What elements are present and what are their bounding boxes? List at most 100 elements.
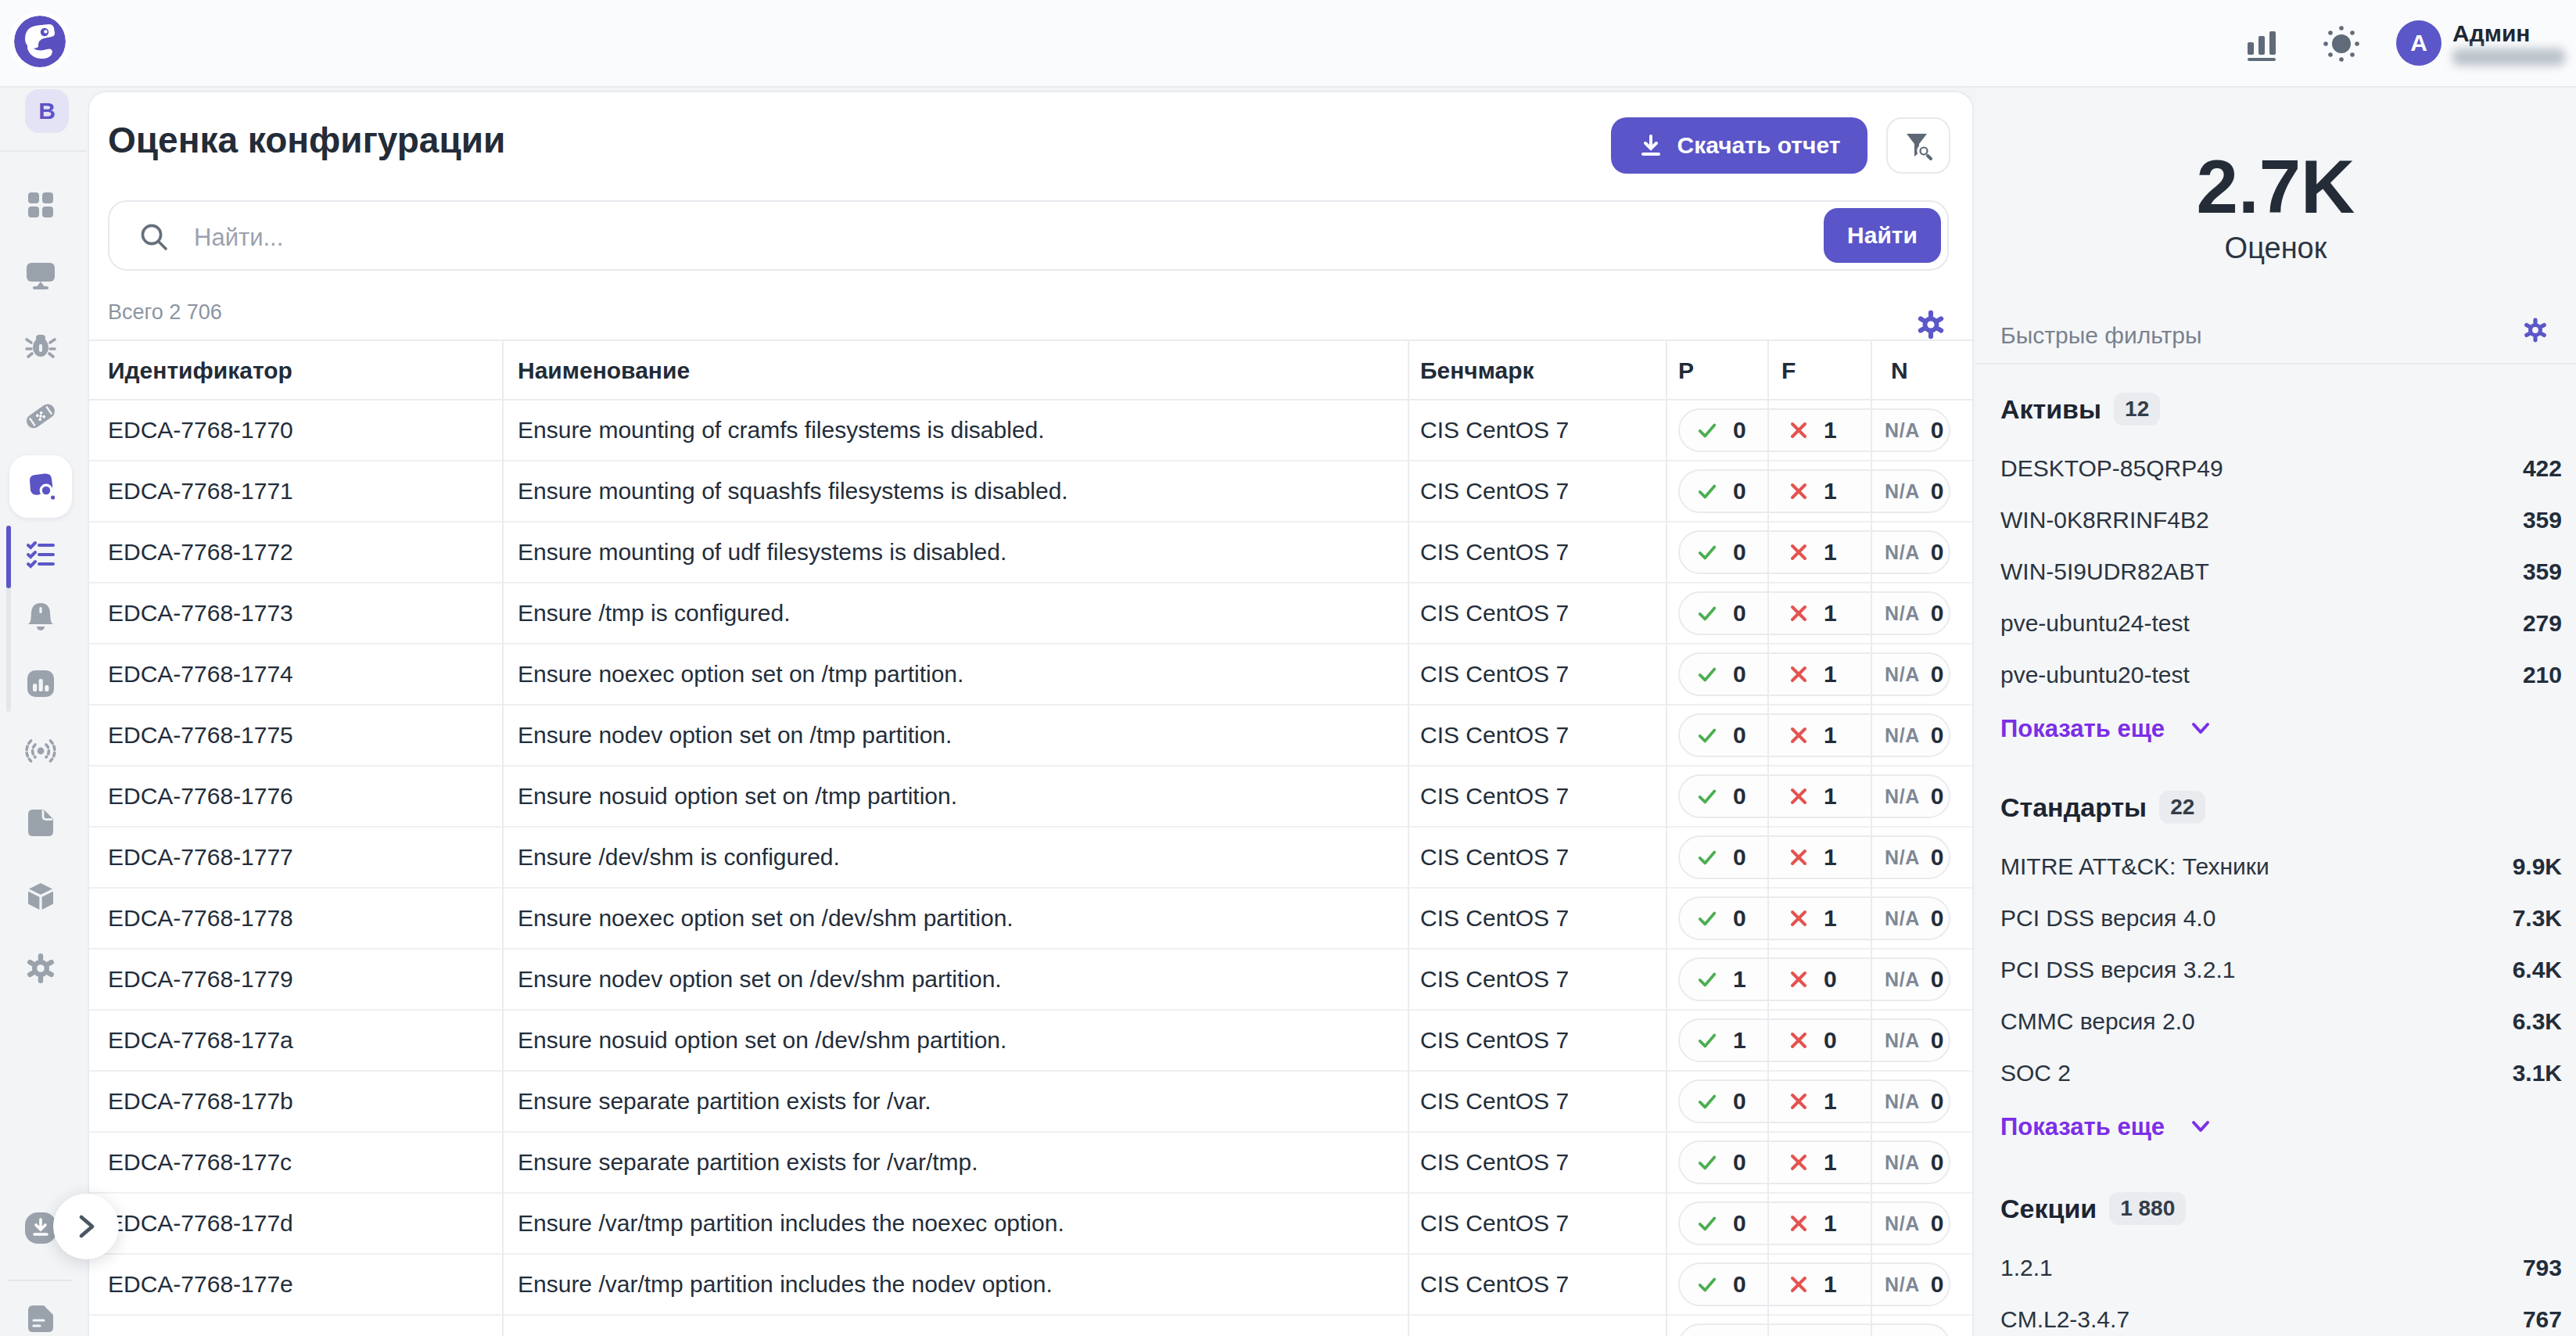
filter-item-count: 3.1K <box>2513 1060 2562 1086</box>
app-logo-icon[interactable] <box>14 16 66 67</box>
document-icon[interactable] <box>23 806 58 840</box>
table-row[interactable]: EDCA-7768-177dEnsure /var/tmp partition … <box>89 1194 1972 1255</box>
user-avatar[interactable]: A <box>2396 20 2441 66</box>
table-row[interactable]: EDCA-7768-177eEnsure /var/tmp partition … <box>89 1255 1972 1316</box>
filter-item[interactable]: pve-ubuntu20-test <box>2000 662 2190 688</box>
row-id: EDCA-7768-177c <box>108 1133 292 1192</box>
table-row[interactable]: EDCA-7768-177fEnsure /var/tmp partition … <box>89 1316 1972 1336</box>
fail-x-icon <box>1789 726 1808 745</box>
row-id: EDCA-7768-177f <box>108 1316 286 1336</box>
sidebar-expand-button[interactable] <box>53 1194 119 1259</box>
fail-count: 1 <box>1789 471 1837 512</box>
bell-icon[interactable] <box>23 599 58 634</box>
patch-icon[interactable] <box>23 399 58 433</box>
fail-count: 0 <box>1789 959 1837 1000</box>
theme-toggle-sun-icon[interactable] <box>2321 23 2362 64</box>
quick-filters-gear-icon[interactable] <box>2521 316 2549 344</box>
package-icon[interactable] <box>23 879 58 914</box>
settings-gear-icon[interactable] <box>23 951 58 986</box>
table-row[interactable]: EDCA-7768-1770Ensure mounting of cramfs … <box>89 400 1972 461</box>
sidebar-scrollbar[interactable] <box>6 526 11 712</box>
na-count: N/A0 <box>1885 898 1944 939</box>
pass-check-icon <box>1697 664 1717 684</box>
column-header-f[interactable]: F <box>1781 341 1796 400</box>
search-placeholder: Найти... <box>194 224 283 252</box>
filter-button[interactable] <box>1886 117 1950 174</box>
table-row[interactable]: EDCA-7768-1779Ensure nodev option set on… <box>89 950 1972 1011</box>
search-submit-button[interactable]: Найти <box>1824 208 1941 263</box>
filter-item[interactable]: pve-ubuntu24-test <box>2000 610 2190 637</box>
activity-chart-icon[interactable] <box>2243 25 2280 63</box>
table-row[interactable]: EDCA-7768-177c Ensure separate partition … <box>89 1133 1972 1194</box>
search-bar[interactable]: Найти... Найти <box>108 200 1949 271</box>
filter-item[interactable]: WIN-0K8RRINF4B2 <box>2000 507 2209 533</box>
filter-item[interactable]: CMMC версия 2.0 <box>2000 1008 2195 1035</box>
quick-filters-title: Быстрые фильтры <box>2000 322 2201 349</box>
table-row[interactable]: EDCA-7768-1771Ensure mounting of squashf… <box>89 461 1972 523</box>
pass-check-icon <box>1697 786 1717 806</box>
fail-x-icon <box>1789 543 1808 562</box>
filter-item[interactable]: SOC 2 <box>2000 1060 2071 1086</box>
chevron-down-icon <box>2191 1120 2210 1134</box>
download-report-button[interactable]: Скачать отчет <box>1611 117 1867 174</box>
table-row[interactable]: EDCA-7768-1776Ensure nosuid option set o… <box>89 767 1972 828</box>
result-pill: 01N/A0 <box>1678 774 1950 818</box>
table-body: EDCA-7768-1770Ensure mounting of cramfs … <box>89 400 1972 1336</box>
row-id: EDCA-7768-1771 <box>108 461 293 521</box>
show-more-link[interactable]: Показать еще <box>2000 1113 2210 1141</box>
row-benchmark: CIS CentOS 7 <box>1420 1133 1569 1192</box>
fail-count: 1 <box>1789 776 1837 817</box>
na-count: N/A0 <box>1885 654 1944 695</box>
row-id: EDCA-7768-1777 <box>108 828 293 887</box>
table-row[interactable]: EDCA-7768-177bEnsure separate partition … <box>89 1072 1972 1133</box>
filter-item[interactable]: DESKTOP-85QRP49 <box>2000 455 2223 482</box>
panel-divider <box>1975 363 2576 365</box>
column-header-benchmark[interactable]: Бенчмарк <box>1420 341 1534 400</box>
row-name: Ensure nodev option set on /dev/shm part… <box>518 950 1002 1009</box>
workspace-badge[interactable]: B <box>25 89 69 133</box>
signal-icon[interactable] <box>23 734 58 768</box>
result-pill: 01N/A0 <box>1678 1262 1950 1306</box>
filter-item[interactable]: PCI DSS версия 4.0 <box>2000 905 2215 932</box>
pass-count: 1 <box>1697 959 1746 1000</box>
monitor-icon[interactable] <box>23 258 58 293</box>
filter-item[interactable]: PCI DSS версия 3.2.1 <box>2000 957 2235 983</box>
table-row[interactable]: EDCA-7768-1774Ensure noexec option set o… <box>89 645 1972 706</box>
filter-item[interactable]: WIN-5I9UDR82ABT <box>2000 558 2209 585</box>
row-name: Ensure separate partition exists for /va… <box>518 1133 978 1192</box>
bug-icon[interactable] <box>23 329 58 363</box>
checklist-icon[interactable] <box>23 538 58 573</box>
configuration-module-icon[interactable] <box>23 469 58 504</box>
table-row[interactable]: EDCA-7768-1773Ensure /tmp is configured.… <box>89 584 1972 645</box>
report-chart-icon[interactable] <box>23 666 58 701</box>
fail-x-icon <box>1789 1092 1808 1111</box>
column-header-id[interactable]: Идентификатор <box>108 341 292 400</box>
pass-count: 0 <box>1697 1203 1746 1244</box>
fail-x-icon <box>1789 482 1808 501</box>
result-pill: 01N/A0 <box>1678 1140 1950 1184</box>
column-header-name[interactable]: Наименование <box>518 341 690 400</box>
document-lines-icon[interactable] <box>23 1302 58 1336</box>
filter-section-title: Стандарты22 <box>2000 791 2205 824</box>
fail-x-icon <box>1789 909 1808 928</box>
pass-check-icon <box>1697 908 1717 928</box>
filter-item[interactable]: 1.2.1 <box>2000 1255 2053 1281</box>
table-row[interactable]: EDCA-7768-177aEnsure nosuid option set o… <box>89 1011 1972 1072</box>
fail-count: 1 <box>1789 1325 1837 1336</box>
pass-count: 0 <box>1697 1325 1746 1336</box>
table-settings-gear-icon[interactable] <box>1914 308 1947 341</box>
pass-check-icon <box>1697 420 1717 440</box>
filter-item[interactable]: MITRE ATT&CK: Техники <box>2000 853 2269 880</box>
table-row[interactable]: EDCA-7768-1778Ensure noexec option set o… <box>89 889 1972 950</box>
table-row[interactable]: EDCA-7768-1772Ensure mounting of udf fil… <box>89 523 1972 584</box>
row-id: EDCA-7768-177b <box>108 1072 293 1131</box>
table-row[interactable]: EDCA-7768-1775Ensure nodev option set on… <box>89 706 1972 767</box>
show-more-link[interactable]: Показать еще <box>2000 715 2210 743</box>
table-row[interactable]: EDCA-7768-1777Ensure /dev/shm is configu… <box>89 828 1972 889</box>
filter-item[interactable]: CM.L2-3.4.7 <box>2000 1306 2129 1333</box>
column-header-p[interactable]: P <box>1678 341 1694 400</box>
dashboard-icon[interactable] <box>23 188 58 222</box>
column-header-n[interactable]: N <box>1891 341 1908 400</box>
filter-section-title: Активы12 <box>2000 393 2160 426</box>
row-name: Ensure /var/tmp partition includes the n… <box>518 1255 1053 1314</box>
